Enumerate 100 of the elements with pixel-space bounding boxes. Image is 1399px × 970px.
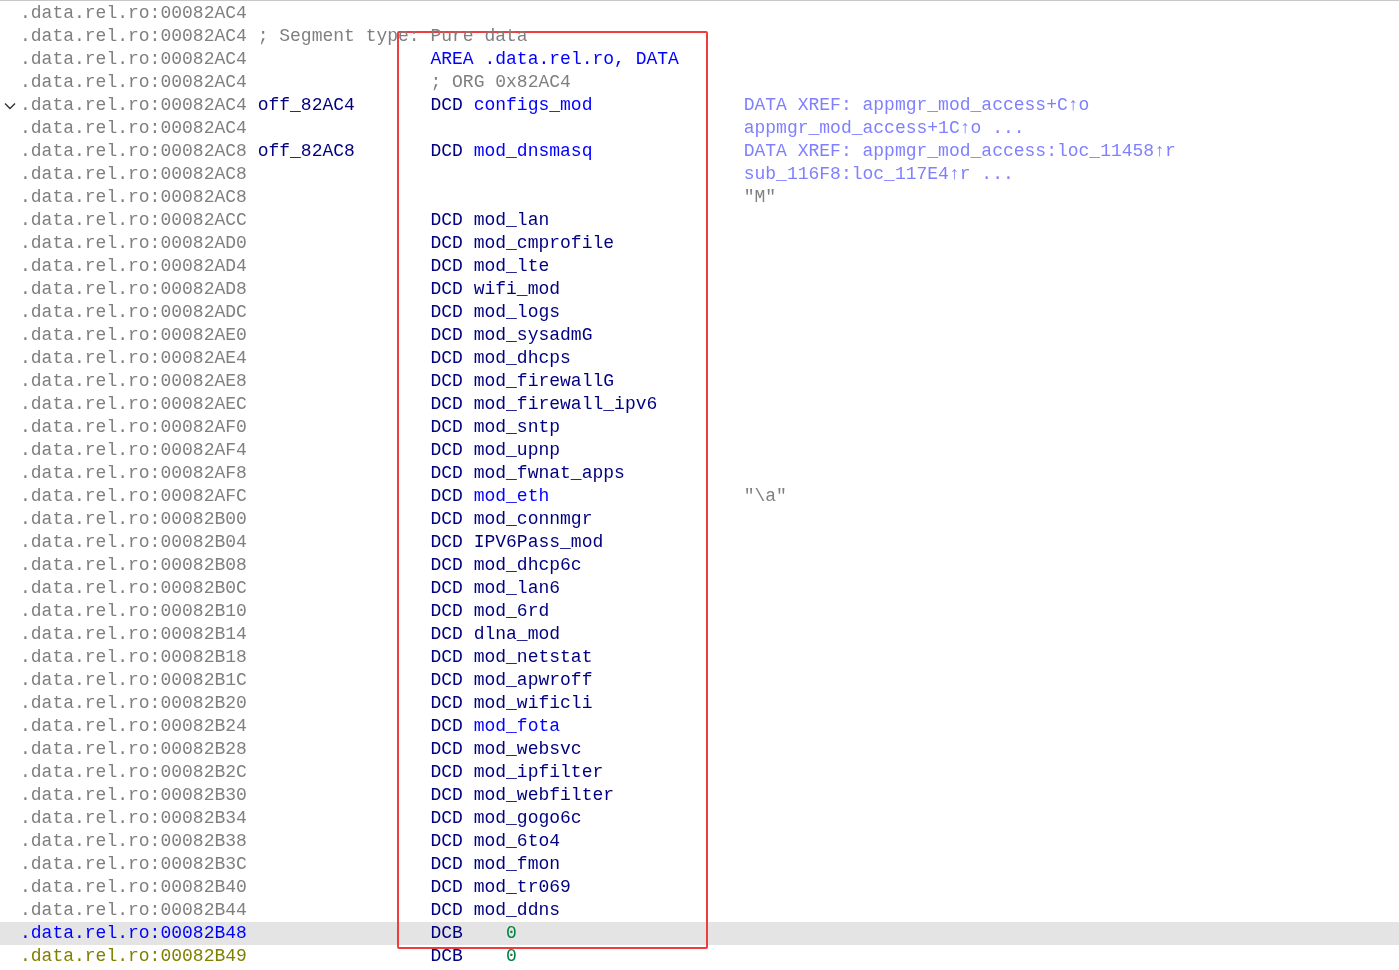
mnemonic: DCD [430,647,463,667]
operand-name: mod_lan [473,209,550,232]
operand-name: mod_sysadmG [473,324,593,347]
address-text: .data.rel.ro:00082B24 [20,716,247,736]
string-comment: "M" [743,187,777,207]
operand-name: mod_connmgr [473,508,593,531]
operand-name: mod_ipfilter [473,761,604,784]
mnemonic: DCD [430,808,463,828]
address-text: .data.rel.ro:00082B04 [20,532,247,552]
operand-name: mod_fwnat_apps [473,462,625,485]
mnemonic: DCD [430,486,463,506]
operand-name: mod_firewallG [473,370,615,393]
address-text: .data.rel.ro:00082B10 [20,601,247,621]
operand-name: mod_upnp [473,439,561,462]
operand-name: mod_wificli [473,692,593,715]
address-text: .data.rel.ro:00082B30 [20,785,247,805]
operand-name: mod_tr069 [473,876,571,899]
mnemonic: DCD [430,302,463,322]
address-text: .data.rel.ro:00082AC8 [20,187,247,207]
operand-name: mod_fmon [473,853,561,876]
mnemonic: DCD [430,371,463,391]
mnemonic: DCD [430,877,463,897]
operand-name: mod_netstat [473,646,593,669]
mnemonic: DCD [430,256,463,276]
address-text: .data.rel.ro:00082B2C [20,762,247,782]
operand-name: mod_dnsmasq [473,140,593,163]
address-text: .data.rel.ro:00082AFC [20,486,247,506]
collapse-chevron-icon[interactable] [4,101,16,110]
address-text: .data.rel.ro:00082AC4 [20,72,247,92]
address-text: .data.rel.ro:00082B38 [20,831,247,851]
address-text: .data.rel.ro:00082B20 [20,693,247,713]
xref-comment: DATA XREF: appmgr_mod_access+C↑o [743,95,1090,115]
mnemonic: DCD [430,532,463,552]
address-text: .data.rel.ro:00082AE8 [20,371,247,391]
operand-name: mod_websvc [473,738,582,761]
operand-name: mod_ddns [473,899,561,922]
operand-name: dlna_mod [473,623,561,646]
xref-comment: sub_116F8:loc_117E4↑r ... [743,164,1014,184]
operand-name: configs_mod [473,94,593,117]
address-text: .data.rel.ro:00082AE0 [20,325,247,345]
mnemonic: DCD [430,739,463,759]
mnemonic: DCD [430,831,463,851]
address-text: .data.rel.ro:00082AEC [20,394,247,414]
mnemonic: DCD [430,394,463,414]
operand-name: mod_webfilter [473,784,615,807]
mnemonic: DCD [430,555,463,575]
mnemonic: DCD [430,578,463,598]
mnemonic: DCD [430,233,463,253]
mnemonic: DCD [430,141,463,161]
mnemonic: DCD [430,670,463,690]
address-text: .data.rel.ro:00082B49 [20,946,247,966]
string-comment: "\a" [743,486,787,506]
operand-name: mod_lan6 [473,577,561,600]
address-text: .data.rel.ro:00082B44 [20,900,247,920]
address-text: .data.rel.ro:00082AC8 [20,141,247,161]
address-text: .data.rel.ro:00082AE4 [20,348,247,368]
operand-value: 0 [506,945,517,968]
address-text: .data.rel.ro:00082B40 [20,877,247,897]
area-directive: AREA .data.rel.ro, DATA [430,48,679,71]
address-text: .data.rel.ro:00082AD0 [20,233,247,253]
label-name: off_82AC4 [257,95,355,115]
xref-comment: DATA XREF: appmgr_mod_access:loc_11458↑r [743,141,1176,161]
mnemonic: DCD [430,601,463,621]
address-text: .data.rel.ro:00082AF0 [20,417,247,437]
address-text: .data.rel.ro:00082B28 [20,739,247,759]
address-text: .data.rel.ro:00082B34 [20,808,247,828]
operand-name: mod_6rd [473,600,550,623]
mnemonic: DCB [430,923,463,943]
mnemonic: DCD [430,417,463,437]
org-comment: ; ORG 0x82AC4 [430,71,571,94]
address-text: .data.rel.ro:00082B0C [20,578,247,598]
mnemonic: DCB [430,946,463,966]
operand-name: mod_lte [473,255,550,278]
operand-name: mod_eth [473,485,550,508]
address-text: .data.rel.ro:00082AC4 [20,118,247,138]
operand-name: mod_sntp [473,416,561,439]
mnemonic: DCD [430,785,463,805]
address-text: .data.rel.ro:00082B18 [20,647,247,667]
operand-name: mod_fota [473,715,561,738]
mnemonic: DCD [430,210,463,230]
operand-name: mod_6to4 [473,830,561,853]
operand-name: mod_firewall_ipv6 [473,393,658,416]
address-text: .data.rel.ro:00082ACC [20,210,247,230]
address-text: .data.rel.ro:00082AD8 [20,279,247,299]
mnemonic: DCD [430,348,463,368]
mnemonic: DCD [430,762,463,782]
mnemonic: DCD [430,693,463,713]
address-text: .data.rel.ro:00082AC4 [20,3,247,23]
mnemonic: DCD [430,325,463,345]
mnemonic: DCD [430,509,463,529]
operand-name: mod_apwroff [473,669,593,692]
address-text: .data.rel.ro:00082AC4 [20,49,247,69]
label-name: off_82AC8 [257,141,355,161]
operand-name: mod_gogo6c [473,807,582,830]
operand-name: mod_dhcps [473,347,571,370]
address-text: .data.rel.ro:00082B1C [20,670,247,690]
operand-name: mod_logs [473,301,561,324]
address-text: .data.rel.ro:00082AF8 [20,463,247,483]
mnemonic: DCD [430,463,463,483]
xref-comment: appmgr_mod_access+1C↑o ... [743,118,1025,138]
